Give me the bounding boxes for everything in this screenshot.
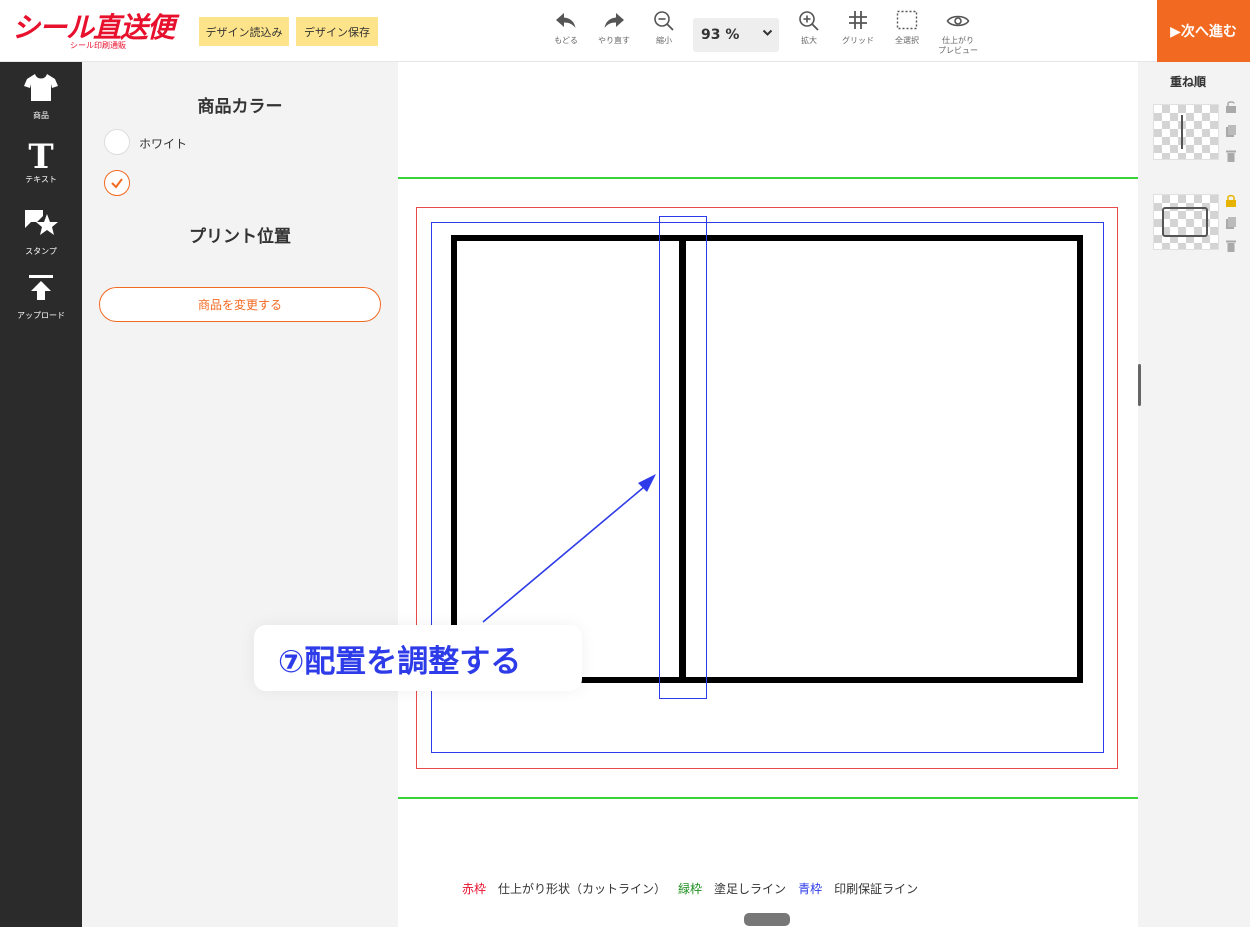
layer-rectangle-mark (1162, 207, 1208, 237)
legend-blue-label: 青枠 (798, 882, 823, 896)
select-all-icon (883, 10, 931, 36)
print-position-heading: プリント位置 (189, 227, 291, 247)
trash-icon[interactable] (1224, 239, 1238, 253)
grid-button[interactable]: グリッド (834, 10, 882, 58)
undo-icon (542, 10, 590, 36)
annotation-callout: ⑦配置を調整する (254, 625, 582, 691)
upload-icon (0, 272, 82, 310)
zoom-level-select[interactable]: 93 % (693, 18, 779, 52)
legend-blue-desc: 印刷保証ライン (834, 882, 919, 896)
layer-thumbnail-line[interactable] (1153, 104, 1219, 160)
copy-icon[interactable] (1224, 124, 1238, 138)
legend-red-desc: 仕上がり形状（カットライン） (498, 882, 667, 896)
nav-item-stamp[interactable]: スタンプ (0, 206, 82, 258)
layer-thumbnail-rectangle[interactable] (1153, 194, 1219, 250)
zoom-level-value: 93 % (701, 27, 740, 43)
frame-legend: 赤枠 仕上がり形状（カットライン） 緑枠 塗足しライン 青枠 印刷保証ライン (462, 880, 918, 897)
legend-red-label: 赤枠 (462, 882, 487, 896)
checkmark-icon (109, 178, 125, 195)
zoom-out-button[interactable]: 縮小 (640, 10, 688, 58)
finish-preview-button[interactable]: 仕上がり プレビュー (934, 10, 982, 58)
save-design-button[interactable]: デザイン保存 (296, 17, 378, 46)
nav-item-product[interactable]: 商品 (0, 72, 82, 122)
nav-item-text[interactable]: T テキスト (0, 140, 82, 186)
legend-green-label: 緑枠 (678, 882, 703, 896)
redo-label: やり直す (598, 36, 630, 45)
logo-subtext: シール印刷通販 (70, 41, 126, 50)
undo-button[interactable]: もどる (542, 10, 590, 58)
zoom-out-icon (640, 10, 688, 36)
redo-icon (590, 10, 638, 36)
select-all-label: 全選択 (895, 36, 919, 45)
product-color-heading: 商品カラー (197, 97, 283, 117)
eye-icon (934, 10, 982, 36)
preview-label-line1: 仕上がり (942, 36, 974, 45)
zoom-out-label: 縮小 (656, 36, 672, 45)
chevron-down-icon (762, 27, 773, 41)
nav-label-text: テキスト (25, 175, 57, 184)
left-tool-nav: 商品 T テキスト スタンプ アップロード (0, 62, 82, 927)
color-swatch-white[interactable] (104, 129, 130, 155)
settings-panel: 商品カラー ホワイト プリント位置 商品を変更する (82, 62, 398, 927)
copy-icon[interactable] (1224, 216, 1238, 230)
color-swatch-white-label: ホワイト (139, 137, 188, 151)
grid-label: グリッド (842, 36, 874, 45)
annotation-text: ⑦配置を調整する (278, 643, 522, 680)
nav-label-stamp: スタンプ (25, 247, 57, 256)
trash-icon[interactable] (1224, 149, 1238, 163)
change-product-button[interactable]: 商品を変更する (99, 287, 381, 322)
design-rectangle-frame[interactable] (451, 235, 1083, 683)
bleed-line-bottom (398, 797, 1138, 799)
next-step-button[interactable]: ▶次へ進む (1157, 0, 1250, 62)
zoom-in-label: 拡大 (801, 36, 817, 45)
brand-logo[interactable]: シール直送便 シール印刷通販 (12, 6, 190, 54)
bleed-line-top (398, 177, 1138, 179)
load-design-button[interactable]: デザイン読込み (199, 17, 289, 46)
legend-green-desc: 塗足しライン (714, 882, 787, 896)
unlock-icon[interactable] (1224, 100, 1238, 114)
nav-item-upload[interactable]: アップロード (0, 272, 82, 322)
selection-bounding-box[interactable] (659, 216, 707, 699)
undo-label: もどる (554, 36, 578, 45)
select-all-button[interactable]: 全選択 (883, 10, 931, 58)
design-canvas[interactable]: ⑦配置を調整する 赤枠 仕上がり形状（カットライン） 緑枠 塗足しライン 青枠 印刷保証ラ… (254, 62, 1138, 927)
zoom-in-icon (785, 10, 833, 36)
layer-line-mark (1181, 115, 1183, 149)
top-toolbar: シール直送便 シール印刷通販 デザイン読込み デザイン保存 もどる やり直す 縮… (0, 0, 1250, 62)
redo-button[interactable]: やり直す (590, 10, 638, 58)
tshirt-icon (0, 72, 82, 110)
panel-resize-handle[interactable] (1138, 364, 1141, 406)
stamp-icon (0, 206, 82, 246)
nav-label-upload: アップロード (17, 311, 65, 320)
nav-label-product: 商品 (33, 111, 49, 120)
zoom-in-button[interactable]: 拡大 (785, 10, 833, 58)
text-icon: T (28, 137, 54, 177)
layers-title: 重ね順 (1169, 75, 1206, 89)
canvas-scroll-handle[interactable] (744, 913, 790, 926)
layers-panel: 重ね順 (1138, 62, 1250, 927)
lock-icon[interactable] (1224, 194, 1238, 208)
color-swatch-selected[interactable] (104, 170, 130, 196)
grid-icon (834, 10, 882, 36)
preview-label-line2: プレビュー (938, 46, 978, 55)
